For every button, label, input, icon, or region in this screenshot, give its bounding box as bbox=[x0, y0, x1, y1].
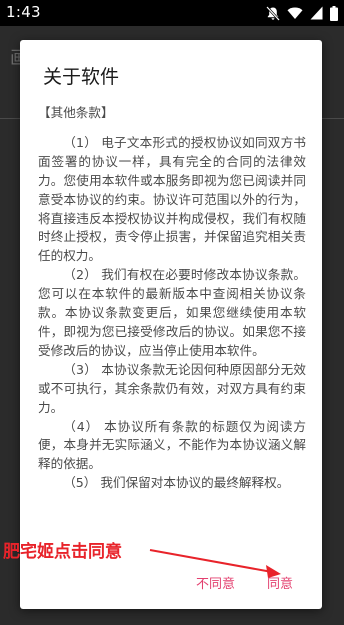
signal-icon bbox=[310, 6, 323, 20]
clause-paragraph: （5） 我们保留对本协议的最终解释权。 bbox=[63, 475, 290, 491]
agree-button[interactable]: 同意 bbox=[267, 573, 293, 592]
status-bar: 1:43 bbox=[0, 0, 344, 26]
clause-paragraph: （3） 本协议条款无论因何种原因部分无效或不可执行，其余条款仍有效，对双方具有约… bbox=[38, 361, 306, 415]
section-heading: 【其他条款】 bbox=[38, 105, 114, 120]
battery-icon bbox=[330, 5, 338, 21]
status-time: 1:43 bbox=[6, 3, 41, 21]
wifi-icon bbox=[287, 7, 303, 19]
dialog-title: 关于软件 bbox=[43, 66, 120, 88]
clause-paragraph: （4） 本协议所有条款的标题仅为阅读方便，本身并无实际涵义，不能作为本协议涵义解… bbox=[38, 418, 306, 472]
annotation-caption: 肥宅姬点击同意 bbox=[3, 542, 122, 562]
about-dialog: 关于软件 【其他条款】 （1） 电子文本形式的授权协议如同双方书面签署的协议一样… bbox=[20, 40, 322, 609]
clause-paragraph: （2） 我们有权在必要时修改本协议条款。您可以在本软件的最新版本中查阅相关协议条… bbox=[38, 267, 306, 358]
notifications-off-icon bbox=[266, 5, 280, 21]
dialog-body[interactable]: 【其他条款】 （1） 电子文本形式的授权协议如同双方书面签署的协议一样，具有完全… bbox=[38, 104, 306, 544]
clause-paragraph: （1） 电子文本形式的授权协议如同双方书面签署的协议一样，具有完全的合同的法律效… bbox=[38, 134, 306, 264]
disagree-button[interactable]: 不同意 bbox=[196, 573, 235, 592]
status-icons bbox=[266, 5, 338, 21]
